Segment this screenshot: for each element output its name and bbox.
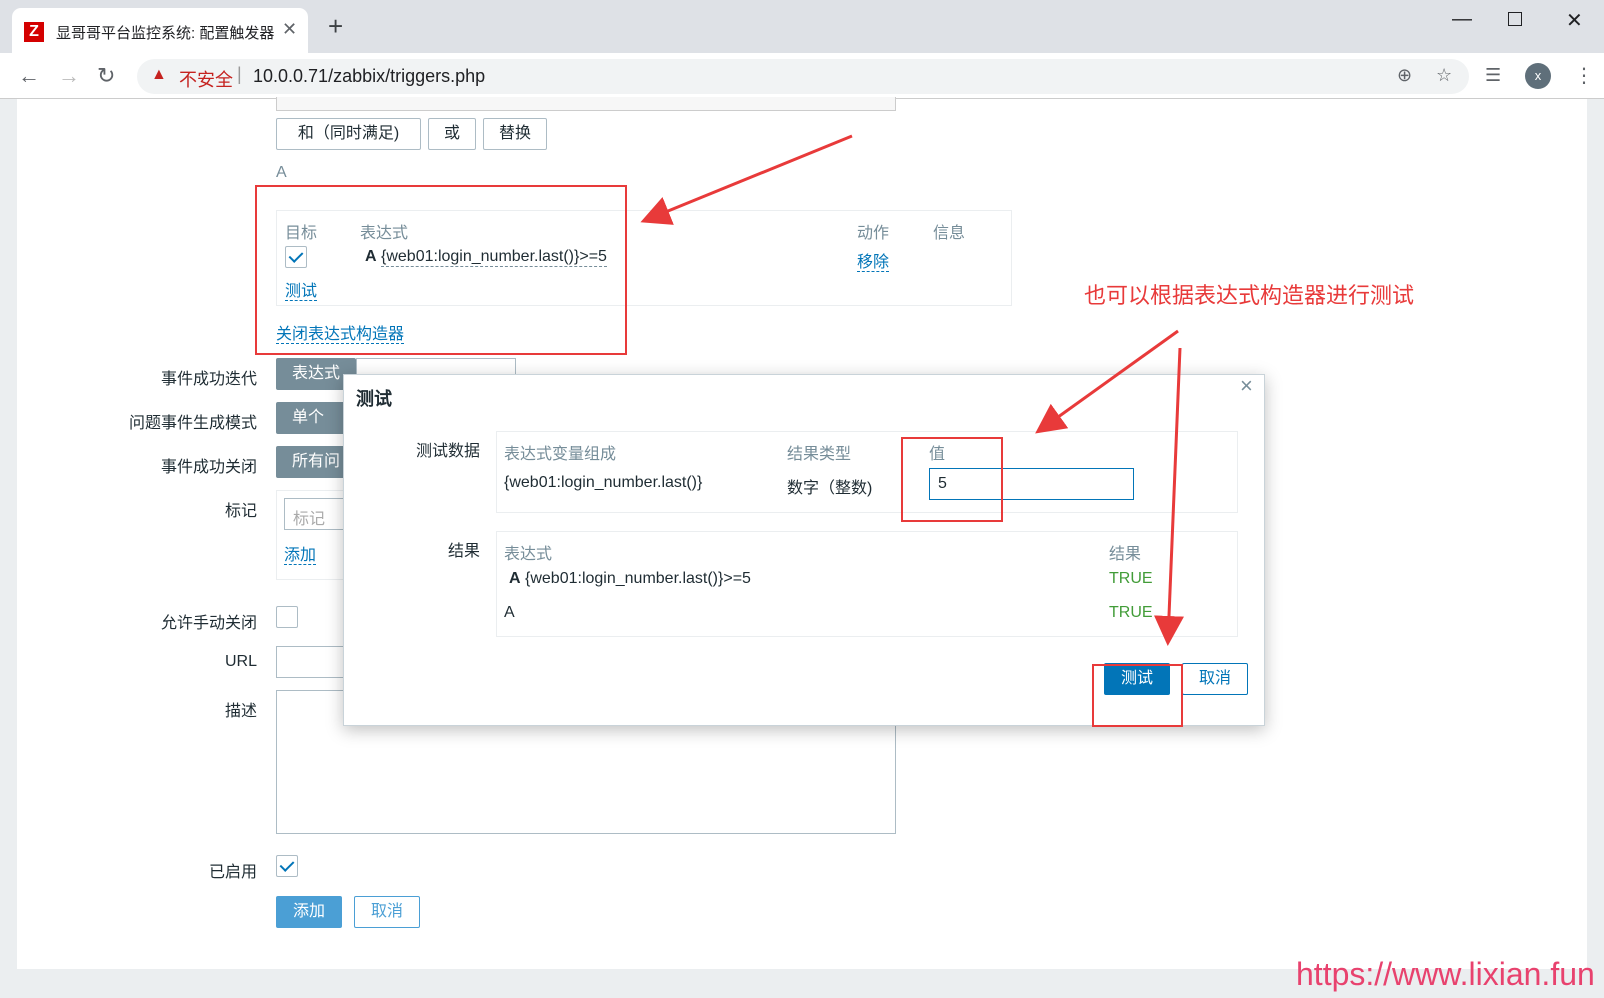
watermark: https://www.lixian.fun [1296,956,1595,992]
annotation-arrows [640,134,1184,646]
arrow-to-builder [640,134,853,225]
arrow-to-value [1035,329,1179,434]
arrow-to-test-button [1153,347,1184,646]
